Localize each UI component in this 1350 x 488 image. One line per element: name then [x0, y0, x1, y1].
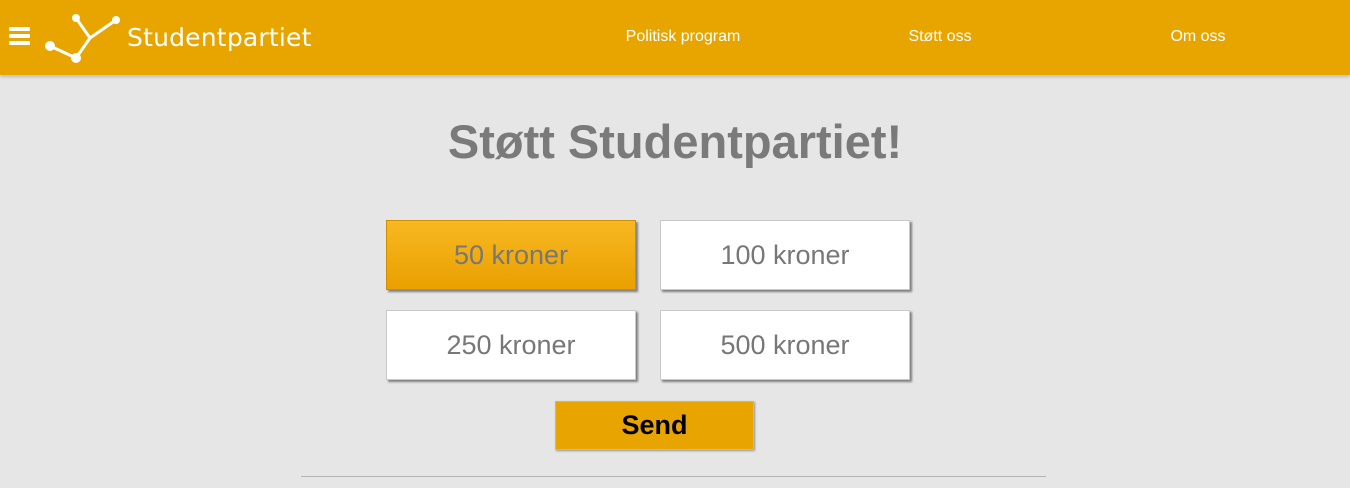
hamburger-menu-icon[interactable] [9, 27, 30, 46]
amount-500-button[interactable]: 500 kroner [660, 310, 910, 380]
amount-100-button[interactable]: 100 kroner [660, 220, 910, 290]
nav-stott-oss[interactable]: Støtt oss [908, 28, 971, 46]
amount-50-button[interactable]: 50 kroner [386, 220, 636, 290]
page-title: Støtt Studentpartiet! [447, 115, 903, 168]
divider [301, 476, 1046, 477]
nav-politisk-program[interactable]: Politisk program [626, 28, 741, 46]
brand-name: Studentpartiet [127, 23, 312, 52]
constellation-logo-icon [45, 14, 120, 63]
amount-250-button[interactable]: 250 kroner [386, 310, 636, 380]
site-header: Studentpartiet Politisk program Støtt os… [0, 0, 1350, 75]
site-logo[interactable]: Studentpartiet [40, 10, 311, 66]
send-button[interactable]: Send [555, 401, 754, 450]
nav-om-oss[interactable]: Om oss [1170, 28, 1225, 46]
